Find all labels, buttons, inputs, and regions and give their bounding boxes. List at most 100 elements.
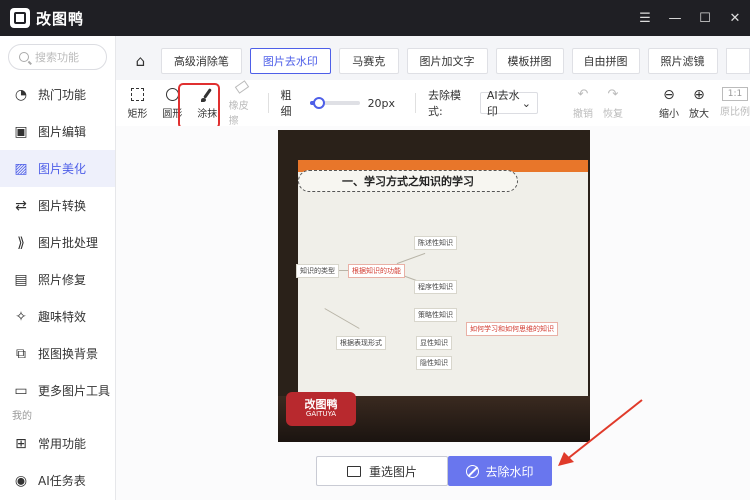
rect-label: 矩形 xyxy=(127,108,148,120)
undo-label: 撤销 xyxy=(573,108,593,120)
mind-map-node: 隐性知识 xyxy=(416,356,452,370)
zoom-in-button[interactable]: ⊕ 放大 xyxy=(684,87,714,120)
tab-template-collage[interactable]: 模板拼图 xyxy=(495,48,564,74)
toolbar: 矩形 圆形 涂抹 橡皮擦 粗细 20px 去除模式: AI去水印 ⌄ ↶ 撤销 … xyxy=(116,79,750,129)
watermark-subtext: GAITUYA xyxy=(305,410,337,419)
original-ratio-label: 原比例 xyxy=(720,106,750,118)
tab-remove-watermark[interactable]: 图片去水印 xyxy=(249,48,331,74)
tab-mosaic[interactable]: 马赛克 xyxy=(338,48,399,74)
menu-icon[interactable]: ☰ xyxy=(630,0,660,36)
sidebar-item-label: 图片转换 xyxy=(38,199,87,213)
chevron-down-icon: ⌄ xyxy=(521,96,531,110)
tab-add-text[interactable]: 图片加文字 xyxy=(406,48,488,74)
preview-image[interactable]: 一、学习方式之知识的学习 知识的类型 根据知识的功能 根据表现形式 陈述性知识 … xyxy=(278,130,590,442)
rect-tool[interactable]: 矩形 xyxy=(124,87,151,120)
brush-highlight-box xyxy=(178,83,220,129)
maximize-icon[interactable]: ☐ xyxy=(690,0,720,36)
sidebar-item-effects[interactable]: ✧ 趣味特效 xyxy=(0,298,115,335)
sidebar-item-label: 照片修复 xyxy=(38,273,87,287)
mode-label: 去除模式: xyxy=(428,89,462,118)
cutout-icon: ⧉ xyxy=(16,345,26,362)
zoom-out-icon: ⊖ xyxy=(663,86,675,103)
mind-map-node: 程序性知识 xyxy=(414,280,457,294)
repair-icon: ▤ xyxy=(14,271,28,288)
redo-label: 恢复 xyxy=(603,108,623,120)
tab-advanced-eraser[interactable]: 高级消除笔 xyxy=(160,48,242,74)
feature-tabs: ⌂ 高级消除笔 图片去水印 马赛克 图片加文字 模板拼图 自由拼图 照片滤镜 xyxy=(130,46,750,76)
ratio-badge: 1:1 xyxy=(722,86,748,101)
undo-button[interactable]: ↶ 撤销 xyxy=(568,87,598,120)
section-mine-heading: 我的 xyxy=(12,411,32,422)
search-placeholder: 搜索功能 xyxy=(35,51,79,64)
fire-icon: ◔ xyxy=(14,86,28,103)
zoom-in-label: 放大 xyxy=(689,108,709,120)
convert-icon: ⇄ xyxy=(15,197,27,214)
image-icon xyxy=(346,465,361,477)
mind-map-node: 显性知识 xyxy=(416,336,452,350)
mode-select[interactable]: AI去水印 ⌄ xyxy=(479,89,538,118)
sidebar-item-label: 抠图换背景 xyxy=(38,347,99,361)
zoom-in-icon: ⊕ xyxy=(693,86,705,103)
remove-label: 去除水印 xyxy=(485,464,534,479)
thickness-label: 粗细 xyxy=(280,89,292,118)
sidebar-item-hot[interactable]: ◔ 热门功能 xyxy=(0,76,115,113)
mode-value: AI去水印 xyxy=(486,89,520,118)
mind-map-node: 策略性知识 xyxy=(414,308,457,322)
rect-select-icon xyxy=(129,87,145,103)
pointer-arrow-icon xyxy=(558,399,643,466)
ai-icon: ◉ xyxy=(14,472,28,489)
sidebar-item-batch[interactable]: ⟫ 图片批处理 xyxy=(0,224,115,261)
redo-icon: ↷ xyxy=(607,86,619,102)
window-controls: ☰ — ☐ ✕ xyxy=(630,0,750,36)
original-ratio-button[interactable]: 1:1 原比例 xyxy=(720,86,750,120)
mind-map-node: 根据知识的功能 xyxy=(348,264,405,278)
mind-map-node: 如何学习和如何思维的知识 xyxy=(466,322,558,336)
sidebar-item-label: 趣味特效 xyxy=(38,310,87,324)
app-title: 改图鸭 xyxy=(36,9,85,28)
mind-map-node: 根据表现形式 xyxy=(336,336,386,350)
sidebar-item-label: 图片美化 xyxy=(38,162,87,176)
reselect-image-button[interactable]: 重选图片 xyxy=(316,456,448,486)
thickness-slider[interactable] xyxy=(309,97,360,109)
search-input[interactable]: 搜索功能 xyxy=(8,44,107,70)
grid-icon: ⊞ xyxy=(15,435,27,452)
close-icon[interactable]: ✕ xyxy=(720,0,750,36)
image-edit-icon: ▣ xyxy=(14,123,28,140)
redo-button[interactable]: ↷ 恢复 xyxy=(598,87,628,120)
sidebar-item-convert[interactable]: ⇄ 图片转换 xyxy=(0,187,115,224)
eraser-label: 橡皮擦 xyxy=(228,101,249,127)
divider xyxy=(415,93,417,113)
batch-icon: ⟫ xyxy=(17,234,25,251)
sidebar-item-more-tools[interactable]: ▭ 更多图片工具 xyxy=(0,372,115,409)
mind-map-node: 知识的类型 xyxy=(296,264,339,278)
reselect-label: 重选图片 xyxy=(368,464,417,479)
mind-map-node: 陈述性知识 xyxy=(414,236,457,250)
zoom-out-label: 缩小 xyxy=(659,108,679,120)
sparkle-icon: ✧ xyxy=(15,308,27,325)
sidebar-item-label: 更多图片工具 xyxy=(38,384,111,398)
sidebar-item-ai-tasks[interactable]: ◉ AI任务表 xyxy=(0,462,115,499)
image-beautify-icon: ▨ xyxy=(14,160,28,177)
eraser-tool[interactable]: 橡皮擦 xyxy=(229,79,256,127)
tab-free-collage[interactable]: 自由拼图 xyxy=(571,48,640,74)
mind-map: 知识的类型 根据知识的功能 根据表现形式 陈述性知识 程序性知识 策略性知识 显… xyxy=(296,218,558,370)
zoom-out-button[interactable]: ⊖ 缩小 xyxy=(654,87,684,120)
sidebar-item-image-edit[interactable]: ▣ 图片编辑 xyxy=(0,113,115,150)
thickness-slider-handle[interactable] xyxy=(312,97,325,109)
sidebar-item-cutout[interactable]: ⧉ 抠图换背景 xyxy=(0,335,115,372)
sidebar-item-common[interactable]: ⊞ 常用功能 xyxy=(0,425,115,462)
tab-photo-filter[interactable]: 照片滤镜 xyxy=(647,48,718,74)
remove-watermark-button[interactable]: 去除水印 xyxy=(448,456,552,486)
minimize-icon[interactable]: — xyxy=(660,0,690,36)
sidebar-item-label: 图片编辑 xyxy=(38,125,87,139)
toolbox-icon: ▭ xyxy=(14,382,28,399)
tab-overflow[interactable] xyxy=(725,48,750,74)
sidebar: 搜索功能 ◔ 热门功能 ▣ 图片编辑 ▨ 图片美化 ⇄ 图片转换 ⟫ 图片批处理… xyxy=(0,36,116,500)
watermark-logo: 改图鸭 GAITUYA xyxy=(286,392,356,426)
canvas-area: 一、学习方式之知识的学习 知识的类型 根据知识的功能 根据表现形式 陈述性知识 … xyxy=(116,126,750,500)
sidebar-item-label: 热门功能 xyxy=(38,88,87,102)
sidebar-item-label: 图片批处理 xyxy=(38,236,99,250)
sidebar-item-image-beautify[interactable]: ▨ 图片美化 xyxy=(0,150,115,187)
sidebar-item-repair[interactable]: ▤ 照片修复 xyxy=(0,261,115,298)
home-icon[interactable]: ⌂ xyxy=(130,48,151,74)
